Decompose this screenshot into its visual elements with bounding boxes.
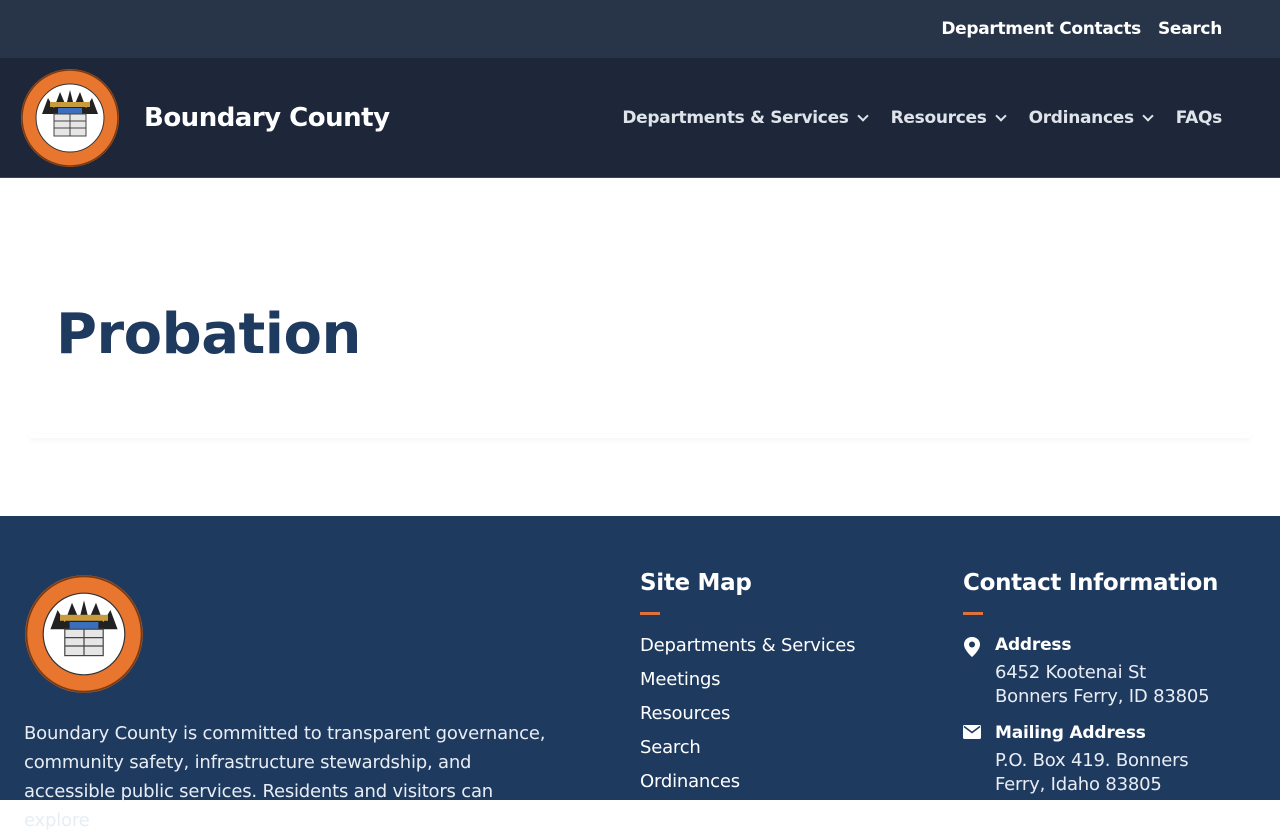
hero-divider [30, 434, 1250, 438]
sitemap-meetings[interactable]: Meetings [640, 669, 855, 690]
footer-contact: Contact Information Address 6452 Kootena… [963, 570, 1263, 811]
mailing-label: Mailing Address [995, 723, 1146, 743]
address-line-1: 6452 Kootenai St [995, 662, 1147, 683]
page-title: Probation [56, 302, 361, 367]
contact-title: Contact Information [963, 570, 1219, 596]
chevron-down-icon [994, 109, 1007, 122]
nav-faqs[interactable]: FAQs [1175, 107, 1223, 128]
footer-description: Boundary County is committed to transpar… [24, 723, 546, 831]
county-seal-icon [21, 68, 119, 167]
contact-address: Address 6452 Kootenai St Bonners Ferry, … [963, 635, 1263, 709]
chevron-down-icon [856, 109, 869, 122]
mailing-line-2: Ferry, Idaho 83805 [995, 774, 1162, 795]
utility-bar: Department Contacts Search [0, 0, 1280, 58]
address-label: Address [995, 635, 1072, 655]
footer-about: Boundary County is committed to transpar… [24, 574, 564, 835]
accent-bar [640, 612, 660, 615]
sitemap-departments-services[interactable]: Departments & Services [640, 635, 855, 656]
sitemap-title: Site Map [640, 570, 752, 596]
site-name: Boundary County [144, 102, 390, 133]
search-link[interactable]: Search [1158, 19, 1222, 39]
accent-bar [963, 612, 983, 615]
address-line-2: Bonners Ferry, ID 83805 [995, 686, 1210, 707]
nav-label: Departments & Services [622, 107, 849, 128]
nav-ordinances[interactable]: Ordinances [1028, 107, 1154, 128]
envelope-icon [963, 725, 981, 739]
county-seal-icon[interactable] [24, 574, 144, 694]
mailing-line-1: P.O. Box 419. Bonners [995, 750, 1189, 771]
footer-sitemap: Site Map Departments & Services Meetings… [640, 570, 855, 805]
nav-label: Resources [890, 107, 987, 128]
nav-departments-services[interactable]: Departments & Services [622, 107, 869, 128]
page-hero: Probation [0, 178, 1280, 516]
chevron-down-icon [1142, 109, 1154, 122]
sitemap-search[interactable]: Search [640, 737, 855, 758]
brand[interactable]: Boundary County [20, 68, 390, 168]
main-header: Boundary County Departments & Services R… [0, 58, 1280, 178]
nav-resources[interactable]: Resources [890, 107, 1007, 128]
site-footer: Boundary County is committed to transpar… [0, 516, 1280, 831]
contact-mailing: Mailing Address P.O. Box 419. Bonners Fe… [963, 723, 1263, 797]
nav-label: FAQs [1175, 107, 1223, 128]
map-pin-icon [964, 637, 980, 657]
department-contacts-link[interactable]: Department Contacts [941, 19, 1141, 39]
sitemap-links: Departments & Services Meetings Resource… [640, 635, 855, 792]
sitemap-ordinances[interactable]: Ordinances [640, 771, 855, 792]
nav-label: Ordinances [1028, 107, 1135, 128]
primary-nav: Departments & Services Resources Ordinan… [622, 108, 1260, 128]
sitemap-resources[interactable]: Resources [640, 703, 855, 724]
